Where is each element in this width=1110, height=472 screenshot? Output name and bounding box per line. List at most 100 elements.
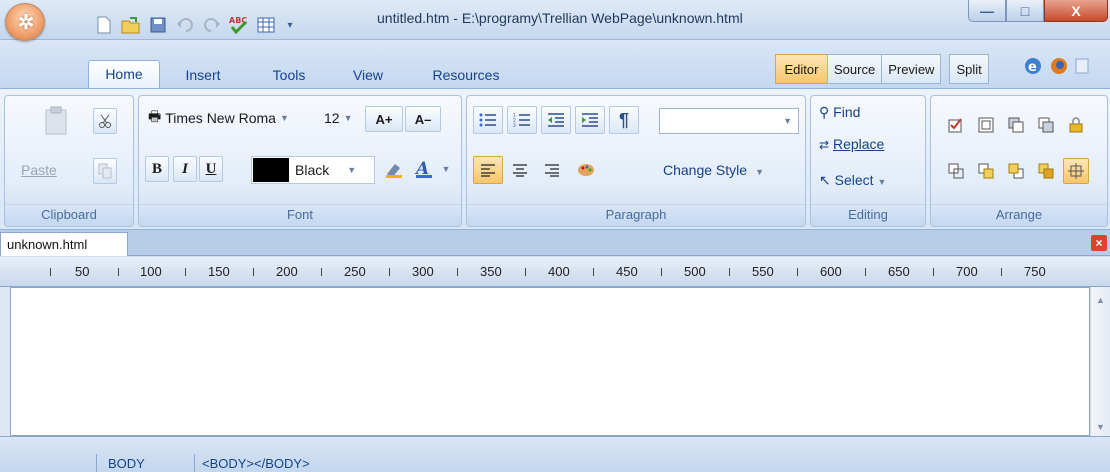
checkbox-form-icon[interactable] [945,114,967,136]
bring-forward-icon[interactable] [975,160,997,182]
copy-icon[interactable] [93,158,117,184]
font-color-value: Black [295,162,330,178]
table-icon[interactable] [254,14,278,36]
font-color-select[interactable]: Black ▼ [251,156,375,184]
lock-icon[interactable] [1065,114,1087,136]
underline-button[interactable]: U [199,156,223,182]
chevron-down-icon: ▼ [343,113,353,123]
bullet-list-icon[interactable] [473,106,503,134]
send-to-back-icon[interactable] [1035,160,1057,182]
open-folder-icon[interactable] [119,14,143,36]
layer-back-icon[interactable] [1035,114,1057,136]
maximize-button[interactable]: □ [1006,0,1044,22]
font-group: 🖶 Times New Roma ▼ 12 ▼ A+ A– B I U Black ▼… [138,95,462,227]
send-backward-icon[interactable] [1005,160,1027,182]
clipboard-group: Paste Clipboard [4,95,134,227]
preview-view-tab[interactable]: Preview [881,54,942,84]
font-size-select[interactable]: 12 ▼ [319,106,361,130]
palette-icon[interactable] [571,156,601,184]
ruler-mark: 750 [1024,264,1046,279]
minimize-button[interactable]: — [968,0,1006,22]
italic-button[interactable]: I [173,156,197,182]
ruler-mark: 450 [616,264,638,279]
replace-button[interactable]: ⇄ Replace [819,136,884,152]
paste-button[interactable]: Paste [21,162,57,178]
window-controls: — □ X [968,0,1108,22]
increase-indent-icon[interactable] [575,106,605,134]
bold-button[interactable]: B [145,156,169,182]
ruler-mark: 700 [956,264,978,279]
close-document-icon[interactable]: × [1091,235,1107,251]
tab-tools[interactable]: Tools [264,62,314,88]
internet-explorer-icon[interactable]: e [1023,56,1043,79]
new-file-icon[interactable] [92,14,116,36]
firefox-icon[interactable] [1049,56,1069,79]
app-logo-icon: ✲ [17,11,35,34]
ruler-mark: 600 [820,264,842,279]
status-bar [0,436,1110,472]
show-formatting-button[interactable]: ¶ [609,106,639,134]
tab-resources[interactable]: Resources [420,62,512,88]
paragraph-group: 123 ¶ ▼ Change Style ▼ Paragraph [466,95,806,227]
chevron-down-icon: ▼ [755,167,764,177]
application-menu-button[interactable]: ✲ [5,3,45,41]
ruler-mark: 400 [548,264,570,279]
change-style-button[interactable]: Change Style ▼ [663,162,764,178]
ruler-mark: 550 [752,264,774,279]
editor-view-tab[interactable]: Editor [775,54,828,84]
find-button[interactable]: ⚲ Find [819,104,860,121]
paste-icon[interactable] [41,106,71,136]
document-tab[interactable]: unknown.html [0,232,128,256]
text-effects-icon[interactable]: A ▼ [409,156,455,182]
replace-icon: ⇄ [819,138,830,152]
ruler-mark: 200 [276,264,298,279]
layer-frame-icon[interactable] [975,114,997,136]
customize-toolbar-icon[interactable]: ▾ [281,14,299,36]
group-icon[interactable] [945,160,967,182]
editor-canvas[interactable] [10,287,1090,436]
font-group-label: Font [139,204,461,224]
select-label: Select [834,172,874,188]
find-icon: ⚲ [819,104,830,120]
layer-stack-icon[interactable] [1005,114,1027,136]
cursor-icon: ↖ [819,172,831,188]
split-view-tab[interactable]: Split [949,54,989,84]
vertical-scrollbar[interactable]: ▲ ▼ [1090,287,1110,436]
editing-group: ⚲ Find ⇄ Replace ↖ Select ▼ Editing [810,95,926,227]
ruler: 50 100 150 200 250 300 350 400 450 500 5… [0,257,1110,287]
view-mode-tabs: Editor Source Preview Split [775,54,989,84]
document-tab-strip [0,230,1110,256]
tab-view[interactable]: View [346,62,390,88]
save-icon[interactable] [146,14,170,36]
status-tag-path[interactable]: <BODY></BODY> [202,456,310,472]
find-label: Find [833,104,861,120]
arrange-group: Arrange [930,95,1108,227]
align-left-icon[interactable] [473,156,503,184]
redo-icon[interactable] [200,14,224,36]
select-button[interactable]: ↖ Select ▼ [819,172,886,189]
shrink-font-button[interactable]: A– [405,106,441,132]
highlight-icon[interactable] [379,156,409,182]
tab-insert[interactable]: Insert [175,62,231,88]
chevron-down-icon: ▼ [279,113,289,123]
spellcheck-icon[interactable]: ABC [227,14,251,36]
source-view-tab[interactable]: Source [827,54,883,84]
scroll-down-icon[interactable]: ▼ [1096,422,1105,432]
ruler-mark: 150 [208,264,230,279]
browser-more-icon[interactable] [1075,56,1089,79]
position-absolute-icon[interactable] [1063,158,1089,184]
grow-font-button[interactable]: A+ [365,106,403,132]
decrease-indent-icon[interactable] [541,106,571,134]
cut-icon[interactable] [93,108,117,134]
align-right-icon[interactable] [537,156,567,184]
font-family-select[interactable]: 🖶 Times New Roma ▼ [143,106,317,130]
paragraph-style-select[interactable]: ▼ [659,108,799,134]
scroll-up-icon[interactable]: ▲ [1096,295,1105,305]
tab-home[interactable]: Home [88,60,160,89]
undo-icon[interactable] [173,14,197,36]
align-center-icon[interactable] [505,156,535,184]
close-button[interactable]: X [1044,0,1108,22]
numbered-list-icon[interactable]: 123 [507,106,537,134]
ruler-mark: 100 [140,264,162,279]
ruler-mark: 650 [888,264,910,279]
